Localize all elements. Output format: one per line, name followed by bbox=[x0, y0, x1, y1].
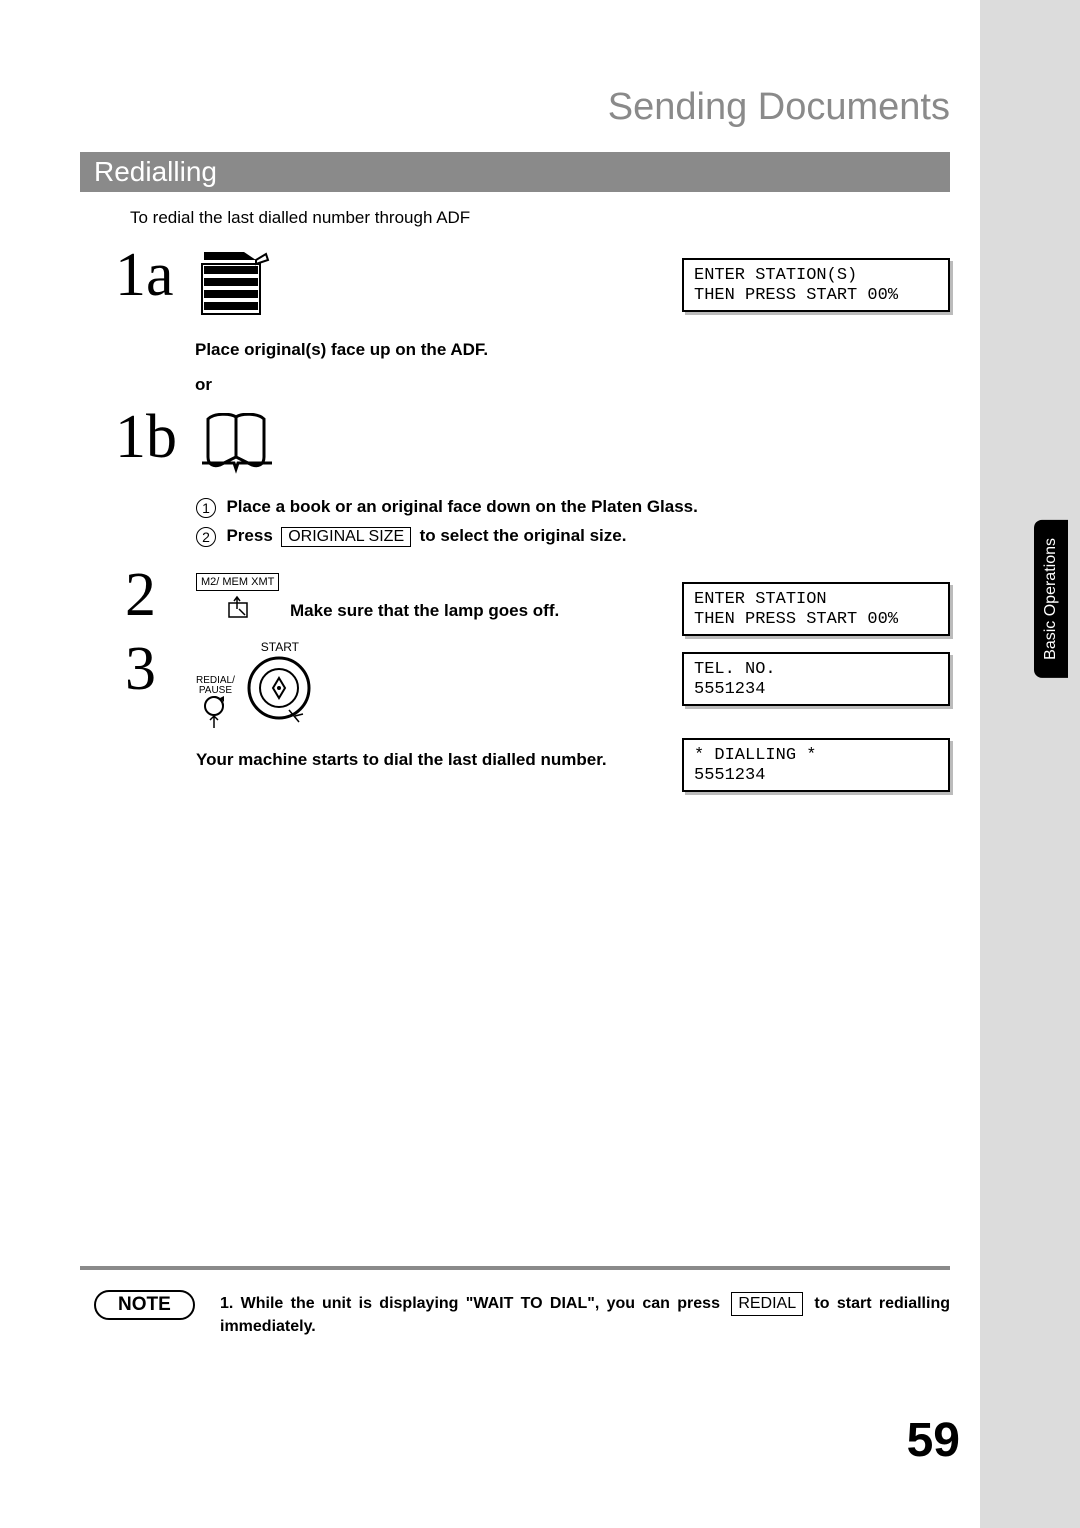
intro-text: To redial the last dialled number throug… bbox=[130, 208, 470, 228]
start-button-icon bbox=[245, 654, 315, 730]
circled-1-icon: 1 bbox=[196, 498, 216, 518]
mem-xmt-keycap: M2/ MEM XMT bbox=[196, 573, 279, 591]
page-number: 59 bbox=[907, 1413, 960, 1468]
step-1b-sub2-pre: Press bbox=[226, 526, 272, 545]
circled-2-icon: 2 bbox=[196, 527, 216, 547]
step-1b-number: 1b bbox=[115, 402, 177, 473]
step-1b-sub2: 2 Press ORIGINAL SIZE to select the orig… bbox=[196, 526, 626, 547]
side-tab: Basic Operations bbox=[1034, 520, 1068, 678]
step-2-number: 2 bbox=[125, 560, 156, 631]
press-icon bbox=[225, 595, 251, 621]
start-label: START bbox=[245, 640, 315, 654]
lcd-display-3: TEL. NO. 5551234 bbox=[682, 652, 950, 706]
step-2-text: Make sure that the lamp goes off. bbox=[290, 601, 559, 621]
redial-keycap: REDIAL bbox=[731, 1292, 803, 1316]
section-title: Redialling bbox=[80, 152, 950, 192]
step-3-number: 3 bbox=[125, 634, 156, 705]
start-block: REDIAL/ PAUSE START bbox=[196, 640, 315, 737]
note-badge: NOTE bbox=[94, 1290, 195, 1320]
lcd-display-1: ENTER STATION(S) THEN PRESS START 00% bbox=[682, 258, 950, 312]
note-rule bbox=[80, 1266, 950, 1270]
section-bar: Redialling bbox=[80, 152, 950, 192]
mem-xmt-block: M2/ MEM XMT bbox=[196, 572, 279, 626]
step-1b-sub1: 1 Place a book or an original face down … bbox=[196, 497, 698, 518]
step-1b-sub2-post: to select the original size. bbox=[420, 526, 627, 545]
book-icon bbox=[200, 413, 278, 480]
lcd-display-2: ENTER STATION THEN PRESS START 00% bbox=[682, 582, 950, 636]
adf-icon bbox=[200, 250, 270, 323]
redial-label-2: PAUSE bbox=[196, 686, 235, 696]
step-1a-number: 1a bbox=[115, 240, 174, 311]
redial-icon bbox=[200, 696, 230, 732]
note-1-pre: 1. While the unit is displaying "WAIT TO… bbox=[220, 1295, 727, 1312]
step-1a-caption: Place original(s) face up on the ADF. bbox=[195, 340, 488, 360]
page-title: Sending Documents bbox=[608, 86, 950, 129]
step-3-text: Your machine starts to dial the last dia… bbox=[196, 750, 607, 770]
original-size-keycap: ORIGINAL SIZE bbox=[281, 527, 411, 547]
or-label: or bbox=[195, 375, 212, 395]
note-text: 1. While the unit is displaying "WAIT TO… bbox=[220, 1292, 950, 1338]
lcd-display-4: * DIALLING * 5551234 bbox=[682, 738, 950, 792]
step-1b-sub1-text: Place a book or an original face down on… bbox=[226, 497, 697, 516]
sidebar-right: Basic Operations bbox=[980, 0, 1080, 1528]
